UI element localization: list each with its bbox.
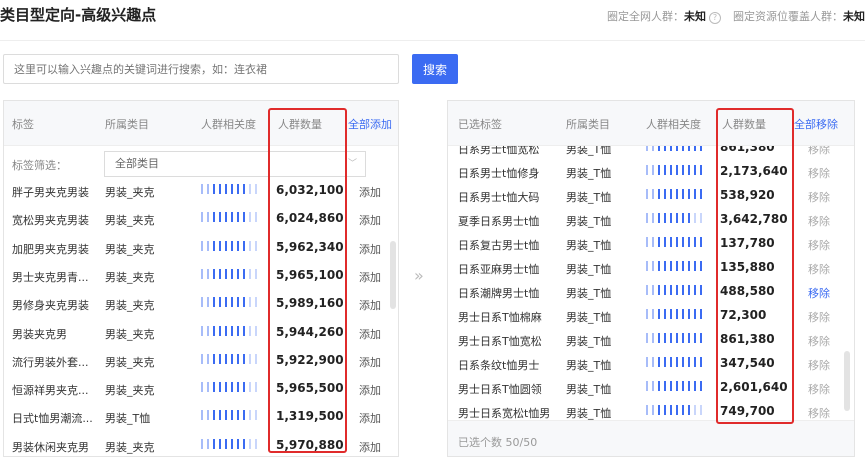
count-highlight-box xyxy=(268,108,347,453)
col-selected-tag: 已选标签 xyxy=(458,118,502,131)
tag-category: 男装_T恤 xyxy=(566,359,612,372)
tag-category: 男装_夹克 xyxy=(105,214,155,228)
chevron-down-icon: ﹀ xyxy=(347,159,357,169)
add-button[interactable]: 添加 xyxy=(359,439,381,455)
selected-tag-name: 日系男士t恤大码 xyxy=(458,191,540,204)
add-button[interactable]: 添加 xyxy=(359,410,381,426)
selected-tag-name: 男士日系T恤棉麻 xyxy=(458,311,542,324)
scrollbar[interactable] xyxy=(844,351,850,411)
tag-category: 男装_夹克 xyxy=(105,299,155,313)
tag-name: 胖子男夹克男装 xyxy=(12,186,89,199)
tag-name: 男装休闲夹克男 xyxy=(12,440,89,454)
remove-button[interactable]: 移除 xyxy=(808,213,830,229)
add-all-button[interactable]: 全部添加 xyxy=(348,116,392,132)
remove-button[interactable]: 移除 xyxy=(808,261,830,277)
add-button[interactable]: 添加 xyxy=(359,241,381,257)
tag-category: 男装_T恤 xyxy=(566,263,612,276)
selected-tag-name: 夏季日系男士t恤 xyxy=(458,215,540,228)
page-title: 类目型定向-高级兴趣点 xyxy=(0,6,157,24)
remove-button[interactable]: 移除 xyxy=(808,165,830,181)
col-category: 所属类目 xyxy=(105,118,149,131)
col-relevance: 人群相关度 xyxy=(646,118,701,131)
tag-name: 男修身夹克男装 xyxy=(12,299,89,313)
network-crowd-value: 未知 xyxy=(684,10,706,23)
tag-category: 男装_T恤 xyxy=(566,335,612,348)
selected-tag-name: 男士日系宽松t恤男 xyxy=(458,407,551,420)
tag-category: 男装_T恤 xyxy=(566,239,612,252)
help-icon[interactable]: ? xyxy=(709,12,721,24)
tag-name: 流行男装外套... xyxy=(12,355,89,369)
tag-name: 加肥男夹克男装 xyxy=(12,242,89,256)
remove-button[interactable]: 移除 xyxy=(808,357,830,373)
tag-name: 恒源祥男夹克... xyxy=(12,384,89,398)
selected-count-text: 已选个数 50/50 xyxy=(458,436,538,449)
selected-tag-name: 日系条纹t恤男士 xyxy=(458,359,540,372)
filter-label: 标签筛选： xyxy=(12,159,67,172)
add-button[interactable]: 添加 xyxy=(359,269,381,285)
selected-tag-name: 日系潮牌男士t恤 xyxy=(458,287,540,300)
tag-category: 男装_夹克 xyxy=(105,440,155,454)
add-button[interactable]: 添加 xyxy=(359,212,381,228)
selected-count: 已选个数 50/50 xyxy=(448,420,854,456)
tag-name: 宽松男夹克男装 xyxy=(12,214,89,228)
remove-button[interactable]: 移除 xyxy=(808,189,830,205)
remove-button[interactable]: 移除 xyxy=(808,309,830,325)
add-button[interactable]: 添加 xyxy=(359,382,381,398)
remove-all-button[interactable]: 全部移除 xyxy=(794,116,838,132)
tag-name: 日式t恤男潮流... xyxy=(12,412,93,426)
col-category: 所属类目 xyxy=(566,118,610,131)
tag-category: 男装_T恤 xyxy=(566,191,612,204)
tag-category: 男装_夹克 xyxy=(105,242,155,256)
tag-category: 男装_夹克 xyxy=(105,270,155,284)
divider xyxy=(0,40,865,41)
tag-category: 男装_T恤 xyxy=(566,407,612,420)
tag-category: 男装_T恤 xyxy=(105,412,151,426)
resource-crowd-label: 圈定资源位覆盖人群： xyxy=(733,10,843,23)
remove-button[interactable]: 移除 xyxy=(808,285,830,301)
add-button[interactable]: 添加 xyxy=(359,184,381,200)
selected-tag-name: 日系亚麻男士t恤 xyxy=(458,263,540,276)
scrollbar[interactable] xyxy=(390,241,396,309)
remove-button[interactable]: 移除 xyxy=(808,381,830,397)
tag-category: 男装_T恤 xyxy=(566,287,612,300)
tag-category: 男装_夹克 xyxy=(105,186,155,199)
selected-tag-name: 男士日系T恤宽松 xyxy=(458,335,542,348)
selected-tag-name: 日系男士t恤修身 xyxy=(458,167,540,180)
count-highlight-box xyxy=(716,108,794,424)
crowd-stats: 圈定全网人群：未知? 圈定资源位覆盖人群：未知 xyxy=(607,8,865,24)
tag-category: 男装_夹克 xyxy=(105,384,155,398)
tag-category: 男装_夹克 xyxy=(105,327,155,341)
tag-category: 男装_T恤 xyxy=(566,167,612,180)
selected-tag-name: 日系复古男士t恤 xyxy=(458,239,540,252)
category-select-value: 全部类目 xyxy=(115,157,159,170)
add-button[interactable]: 添加 xyxy=(359,297,381,313)
search-button[interactable]: 搜索 xyxy=(412,54,458,84)
add-button[interactable]: 添加 xyxy=(359,326,381,342)
tag-category: 男装_T恤 xyxy=(566,311,612,324)
resource-crowd-value: 未知 xyxy=(843,10,865,23)
tag-category: 男装_夹克 xyxy=(105,355,155,369)
search-input[interactable] xyxy=(3,54,399,84)
transfer-arrow-icon: » xyxy=(414,266,424,285)
selected-tag-name: 男士日系T恤圆领 xyxy=(458,383,542,396)
remove-button[interactable]: 移除 xyxy=(808,405,830,421)
col-tag: 标签 xyxy=(12,118,34,131)
col-relevance: 人群相关度 xyxy=(201,118,256,131)
tag-category: 男装_T恤 xyxy=(566,383,612,396)
tag-name: 男装夹克男 xyxy=(12,327,67,341)
add-button[interactable]: 添加 xyxy=(359,354,381,370)
network-crowd-label: 圈定全网人群： xyxy=(607,10,684,23)
remove-button[interactable]: 移除 xyxy=(808,237,830,253)
remove-button[interactable]: 移除 xyxy=(808,333,830,349)
tag-category: 男装_T恤 xyxy=(566,215,612,228)
tag-name: 男士夹克男青... xyxy=(12,270,89,284)
